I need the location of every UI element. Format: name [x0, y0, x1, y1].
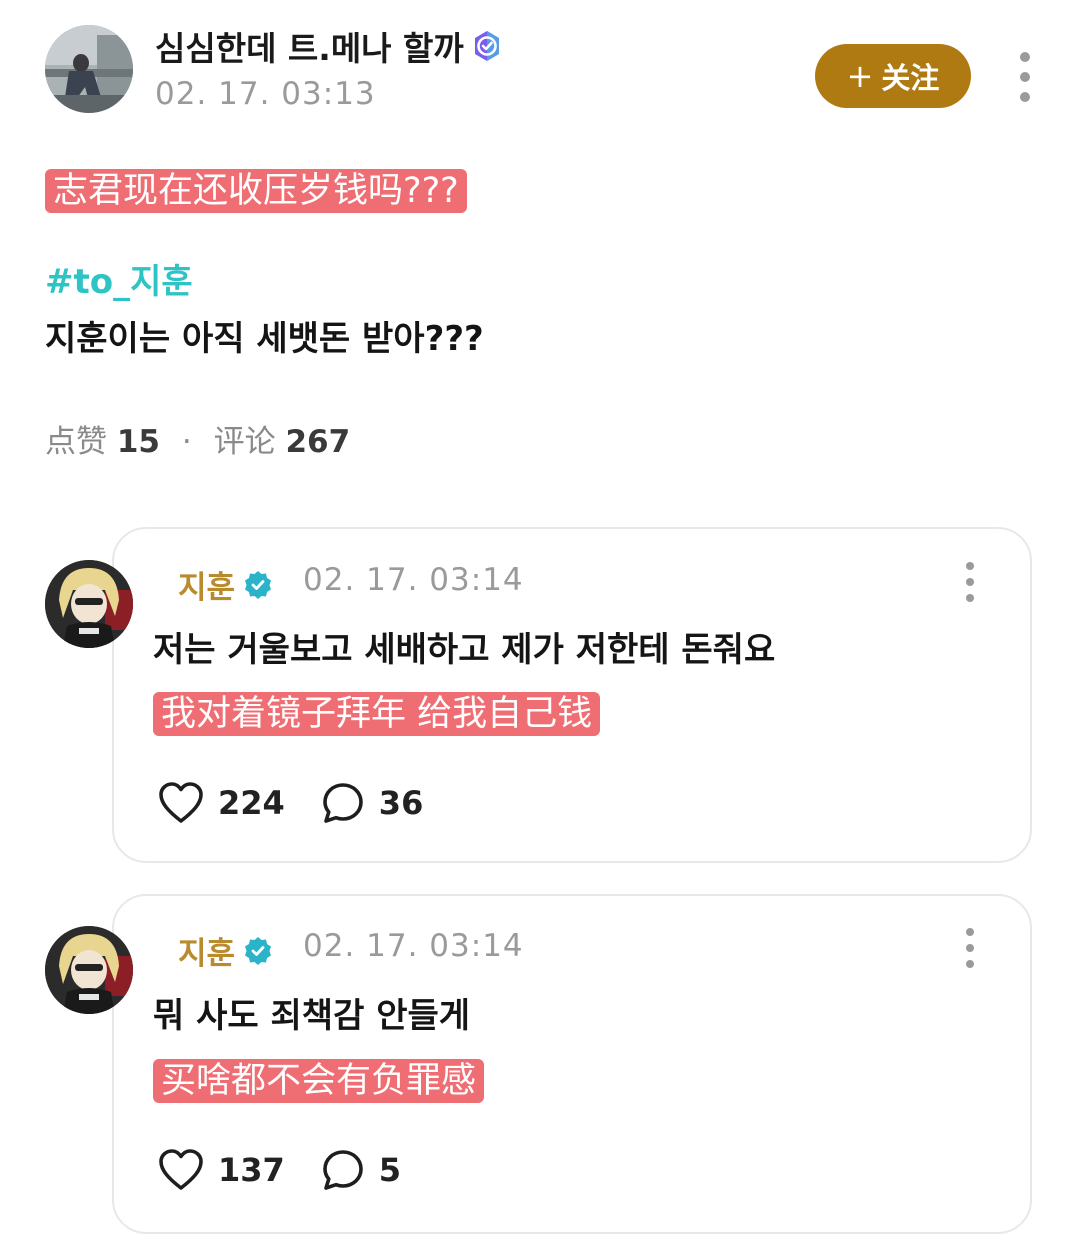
post-author-label: 심심한데 트.메나 할까 — [155, 29, 464, 68]
comment-timestamp: 02. 17. 03:14 — [303, 562, 524, 598]
more-vertical-icon[interactable] — [1010, 48, 1040, 106]
comment-author-avatar[interactable] — [45, 560, 133, 648]
comment-author-label: 지훈 — [178, 936, 236, 972]
comments-count: 267 — [285, 424, 351, 460]
comment-author-label: 지훈 — [178, 570, 236, 606]
comment-translation-text: 我对着镜子拜年 给我自己钱 — [153, 692, 601, 736]
more-vertical-icon[interactable] — [958, 560, 982, 604]
stats-separator: · — [181, 424, 192, 460]
comment-text: 뭐 사도 죄책감 안들게 — [153, 996, 471, 1036]
avatar-illustration — [45, 926, 133, 1014]
comments-label: 评论 — [213, 424, 276, 460]
speech-bubble-icon — [322, 783, 363, 823]
avatar-photo — [45, 25, 133, 113]
comment-text: 저는 거울보고 세배하고 제가 저한테 돈줘요 — [153, 630, 776, 670]
verified-badge-icon — [474, 31, 499, 61]
plus-icon: + — [846, 57, 874, 95]
likes-count: 15 — [116, 424, 160, 460]
post-stats: 点赞 15 · 评论 267 — [45, 416, 350, 461]
comment-translation-caption: 我对着镜子拜年 给我自己钱 — [153, 690, 601, 738]
follow-label: 关注 — [881, 61, 940, 95]
reply-count: 36 — [378, 784, 424, 822]
heart-icon[interactable] — [158, 1148, 204, 1192]
heart-icon[interactable] — [158, 781, 204, 825]
verified-badge-icon — [245, 936, 272, 965]
post-translation-caption: 志君现在还收压岁钱吗??? — [45, 167, 467, 215]
likes-label: 点赞 — [45, 424, 107, 460]
verified-badge-icon — [245, 570, 272, 599]
reply-button[interactable]: 5 — [321, 1148, 401, 1192]
post-hashtag-link[interactable]: #to_지훈 — [45, 254, 193, 303]
comment-timestamp: 02. 17. 03:14 — [303, 928, 524, 964]
post-author-name[interactable]: 심심한데 트.메나 할까 — [155, 22, 504, 70]
comment-actions: 224 36 — [158, 781, 423, 825]
comment-author-name[interactable]: 지훈 — [178, 928, 273, 973]
reply-button[interactable]: 36 — [321, 781, 424, 825]
more-vertical-icon[interactable] — [958, 926, 982, 970]
reply-count: 5 — [378, 1151, 402, 1189]
avatar-illustration — [45, 560, 133, 648]
comment-author-avatar[interactable] — [45, 926, 133, 1014]
comment-translation-text: 买啥都不会有负罪感 — [153, 1059, 485, 1103]
speech-bubble-icon — [322, 1150, 363, 1190]
comment-author-name[interactable]: 지훈 — [178, 562, 273, 607]
post-translation-text: 志君现在还收压岁钱吗??? — [45, 169, 467, 213]
comment-translation-caption: 买啥都不会有负罪感 — [153, 1057, 485, 1105]
post-timestamp: 02. 17. 03:13 — [155, 76, 376, 112]
follow-button[interactable]: + 关注 — [815, 44, 971, 108]
post-body-text: 지훈이는 아직 세뱃돈 받아??? — [45, 319, 484, 359]
post-author-avatar[interactable] — [45, 25, 133, 113]
comment-actions: 137 5 — [158, 1148, 401, 1192]
like-count: 224 — [218, 784, 285, 822]
like-count: 137 — [218, 1151, 285, 1189]
